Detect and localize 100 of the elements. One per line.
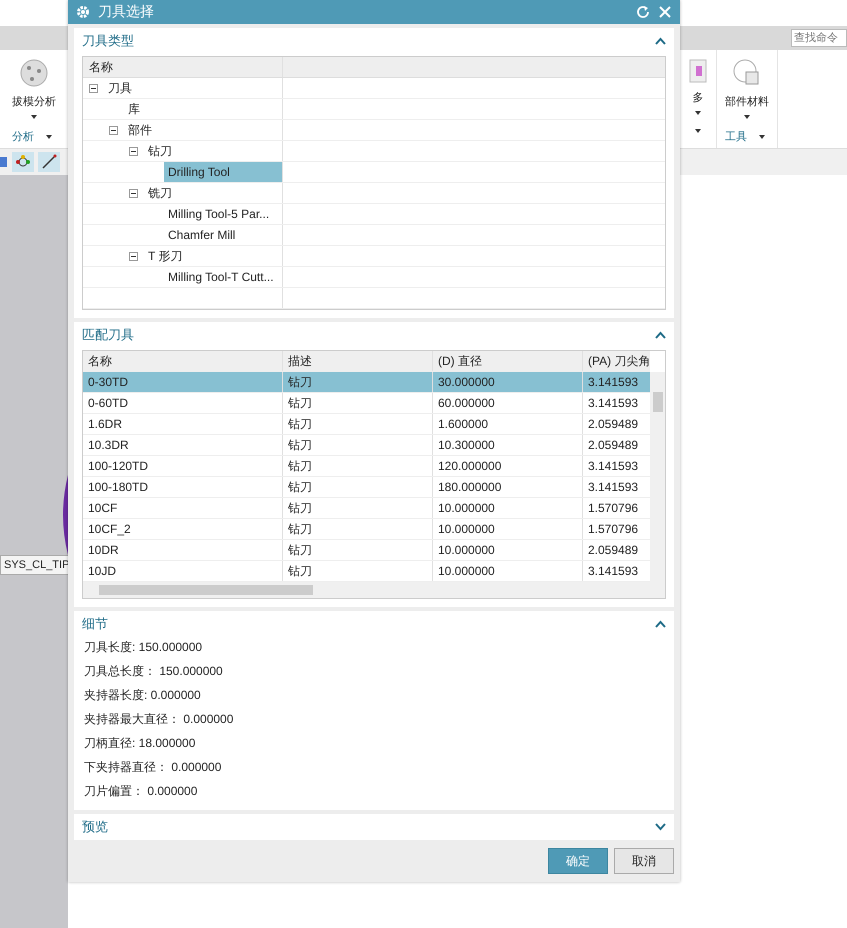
window-title: 刀具选择 [98,3,154,21]
collapse-toggle-icon[interactable] [129,188,138,198]
search-field[interactable]: 查找命令 [791,29,847,47]
part-material-button[interactable]: 部件材料 [723,56,771,111]
section-title[interactable]: 细节 [82,615,108,633]
tree-item[interactable]: 部件 [124,120,156,140]
caret-icon[interactable] [695,111,701,115]
tree-item[interactable]: 铣刀 [144,182,176,204]
table-cell: 30.000000 [433,372,583,392]
group-label: 分析 [12,130,34,144]
table-cell: 120.000000 [433,456,583,476]
table-cell-text: 3.141593 [587,374,640,391]
chevron-icon[interactable] [655,37,666,45]
table-cell-text: 3.141593 [587,563,640,580]
chevron-icon[interactable] [655,620,666,628]
table-cell-text: 2.059489 [587,542,640,559]
detail-text: 刀具长度: 150.000000 [84,639,204,656]
table-cell: 1.600000 [433,414,583,434]
column-header[interactable]: (PA) 刀尖角 [583,351,650,371]
column-header[interactable]: 名称 [83,351,283,371]
detail-text: 下夹持器直径： 0.000000 [84,759,222,776]
table-cell: 钻刀 [283,414,433,434]
table-row[interactable]: 0-30TD 钻刀 30.000000 3.141593 [83,372,650,393]
table-row[interactable]: 10CF_2 钻刀 10.000000 1.570796 [83,519,650,540]
table-cell: 钻刀 [283,477,433,497]
table-cell-text: 3.141593 [587,458,640,475]
collapse-toggle-icon[interactable] [129,252,138,260]
column-header[interactable]: 描述 [283,351,433,371]
section-title[interactable]: 刀具类型 [82,32,134,50]
caret-icon[interactable] [695,129,701,133]
reset-icon[interactable] [636,5,650,19]
collapse-toggle-icon[interactable] [129,146,138,156]
tree-item[interactable]: 钻刀 [144,140,176,162]
tree-item[interactable]: 刀具 [104,78,136,98]
table-row[interactable]: 10CF 钻刀 10.000000 1.570796 [83,498,650,519]
vertical-scrollbar[interactable] [650,372,665,582]
dialog-button[interactable]: 取消 [614,848,674,874]
more-button[interactable]: 多 [686,56,710,107]
table-cell: 10CF_2 [83,519,283,539]
table-cell-text: 3.141593 [587,395,640,412]
cube-icon [688,58,708,84]
table-cell: 10.300000 [433,435,583,455]
section-title[interactable]: 匹配刀具 [82,326,134,344]
collapse-toggle-icon[interactable] [89,84,98,92]
section-title[interactable]: 预览 [82,818,108,836]
table-row[interactable]: 100-180TD 钻刀 180.000000 3.141593 [83,477,650,498]
group-label: 工具 [725,130,747,144]
caret-icon[interactable] [744,115,750,119]
table-cell: 10CF [83,498,283,518]
table-cell: 10JD [83,561,283,581]
table-cell: 10.000000 [433,498,583,518]
sphere-nodes-icon [19,58,49,88]
tree-item[interactable]: Drilling Tool [164,162,282,182]
table-cell: 100-180TD [83,477,283,497]
table-cell: 10DR [83,540,283,560]
table-cell: 0-30TD [83,372,283,392]
detail-text: 刀柄直径: 18.000000 [84,735,196,752]
table-cell: 1.6DR [83,414,283,434]
chevron-icon[interactable] [655,331,666,339]
table-cell: 钻刀 [283,372,433,392]
table-cell: 100-120TD [83,456,283,476]
table-cell: 钻刀 [283,435,433,455]
gear-icon[interactable] [76,5,90,19]
table-cell-text: 1.570796 [587,500,640,517]
table-row[interactable]: 100-120TD 钻刀 120.000000 3.141593 [83,456,650,477]
tree-item[interactable]: Milling Tool-T Cutt... [164,268,278,286]
table-row[interactable]: 10.3DR 钻刀 10.300000 2.059489 [83,435,650,456]
table-cell: 0-60TD [83,393,283,413]
tree-item[interactable]: Chamfer Mill [164,226,240,244]
table-cell: 10.000000 [433,561,583,581]
table-cell-text: 3.141593 [587,479,640,496]
table-cell-text: 2.059489 [587,416,640,433]
draft-analysis-button[interactable]: 拔模分析 [10,56,58,111]
table-cell: 钻刀 [283,519,433,539]
collapse-toggle-icon[interactable] [109,126,118,134]
table-row[interactable]: 10DR 钻刀 10.000000 2.059489 [83,540,650,561]
table-cell: 10.3DR [83,435,283,455]
table-cell: 钻刀 [283,498,433,518]
close-icon[interactable] [658,5,672,19]
table-row[interactable]: 1.6DR 钻刀 1.600000 2.059489 [83,414,650,435]
caret-icon[interactable] [46,134,52,138]
tree-item[interactable]: T 形刀 [144,246,186,266]
nodes-icon[interactable] [12,152,34,172]
caret-icon[interactable] [31,115,37,119]
table-cell: 钻刀 [283,561,433,581]
column-header[interactable]: (D) 直径 [433,351,583,371]
tree-item[interactable]: Milling Tool-5 Par... [164,205,274,223]
horizontal-scrollbar[interactable] [83,582,665,598]
caret-icon[interactable] [759,134,765,138]
chevron-icon[interactable] [655,823,666,831]
table-cell-text: 1.570796 [587,521,640,538]
table-cell: 10.000000 [433,540,583,560]
table-row[interactable]: 0-60TD 钻刀 60.000000 3.141593 [83,393,650,414]
table-cell: 钻刀 [283,393,433,413]
table-cell-text: 2.059489 [587,437,640,454]
table-cell: 钻刀 [283,456,433,476]
table-cell: 10.000000 [433,519,583,539]
tree-item[interactable]: 库 [124,98,144,120]
detail-text: 刀具总长度： 150.000000 [84,663,224,680]
table-cell: 180.000000 [433,477,583,497]
